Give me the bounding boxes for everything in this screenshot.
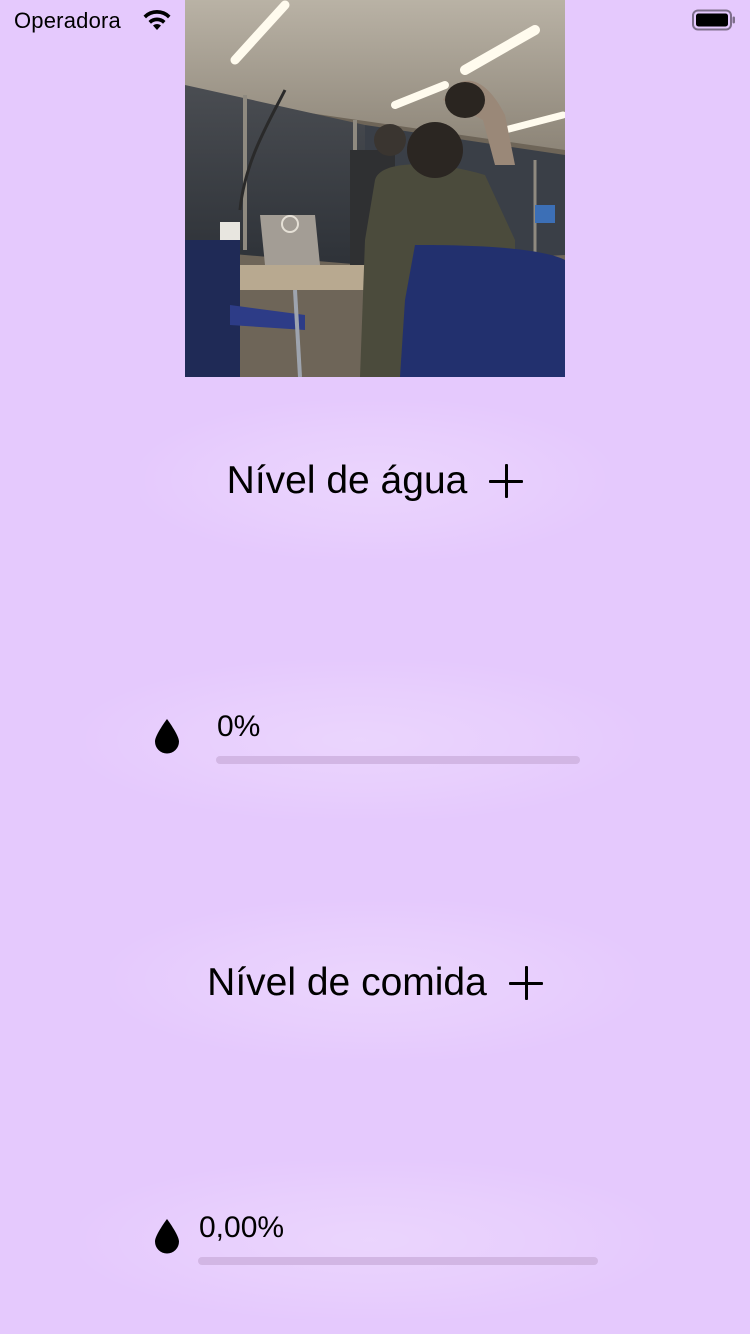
water-level-progress (216, 756, 580, 764)
pet-camera-photo (185, 0, 565, 377)
water-button-label: Nível de água (226, 459, 468, 502)
food-drop-icon (155, 1219, 179, 1254)
add-food-button[interactable]: Nível de comida (180, 952, 570, 1014)
battery-full-icon (692, 9, 735, 31)
water-level-percent: 0% (217, 710, 261, 743)
plus-icon (489, 464, 524, 498)
food-level-percent: 0,00% (199, 1211, 285, 1244)
food-button-label: Nível de comida (207, 961, 487, 1004)
food-level-progress (198, 1257, 598, 1265)
plus-icon (508, 966, 543, 1000)
add-water-button[interactable]: Nível de água (190, 450, 560, 512)
water-drop-icon (155, 719, 179, 754)
